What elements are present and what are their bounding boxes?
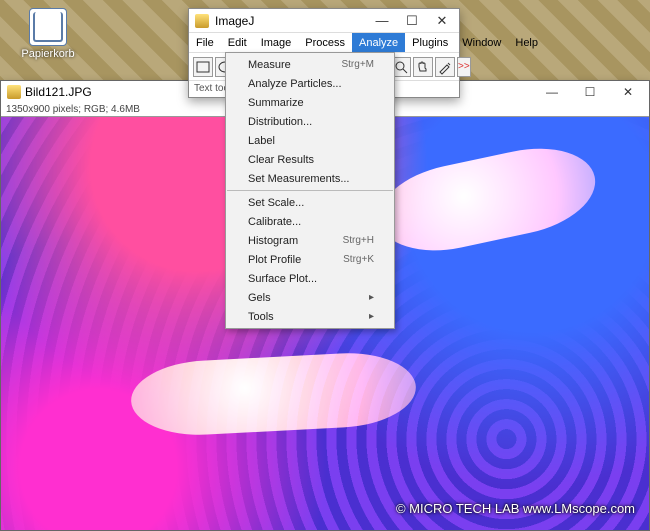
menu-item-label: Distribution... — [248, 116, 312, 128]
menu-item-clear-results[interactable]: Clear Results — [226, 150, 394, 169]
menu-item-analyze-particles[interactable]: Analyze Particles... — [226, 74, 394, 93]
menu-item-label: Clear Results — [248, 154, 314, 166]
menu-item-label: Tools — [248, 311, 274, 323]
menu-file[interactable]: File — [189, 33, 221, 52]
menu-item-shortcut: Strg+M — [341, 59, 374, 70]
menu-process[interactable]: Process — [298, 33, 352, 52]
recycle-bin-label: Papierkorb — [18, 48, 78, 60]
tool-picker[interactable] — [435, 57, 455, 77]
image-window-title: Bild121.JPG — [25, 81, 92, 103]
menu-item-set-scale[interactable]: Set Scale... — [226, 193, 394, 212]
menu-image[interactable]: Image — [254, 33, 299, 52]
tool-more[interactable]: >> — [457, 57, 471, 77]
menu-item-shortcut: Strg+K — [343, 254, 374, 265]
imagej-close[interactable]: ✕ — [427, 9, 457, 33]
menu-plugins[interactable]: Plugins — [405, 33, 455, 52]
tool-rect[interactable] — [193, 57, 213, 77]
menu-item-label: Measure — [248, 59, 291, 71]
menu-item-label: Plot Profile — [248, 254, 301, 266]
image-window-maximize[interactable]: ☐ — [571, 81, 609, 103]
menu-item-calibrate[interactable]: Calibrate... — [226, 212, 394, 231]
imagej-title: ImageJ — [215, 14, 254, 28]
imagej-minimize[interactable]: — — [367, 9, 397, 33]
menu-item-histogram[interactable]: Histogram Strg+H — [226, 231, 394, 250]
menu-item-set-measurements[interactable]: Set Measurements... — [226, 169, 394, 188]
menu-item-shortcut: Strg+H — [343, 235, 374, 246]
imagej-menubar: FileEditImageProcessAnalyzePluginsWindow… — [189, 33, 459, 53]
menu-item-plot-profile[interactable]: Plot Profile Strg+K — [226, 250, 394, 269]
menu-separator — [227, 190, 393, 191]
picker-icon — [436, 58, 454, 76]
menu-help[interactable]: Help — [508, 33, 545, 52]
menu-item-label: Gels — [248, 292, 271, 304]
menu-edit[interactable]: Edit — [221, 33, 254, 52]
menu-item-distribution[interactable]: Distribution... — [226, 112, 394, 131]
rect-icon — [194, 58, 212, 76]
menu-item-label: Label — [248, 135, 275, 147]
image-window-minimize[interactable]: — — [533, 81, 571, 103]
menu-item-summarize[interactable]: Summarize — [226, 93, 394, 112]
imagej-icon — [195, 14, 209, 28]
recycle-bin-icon — [29, 8, 67, 46]
menu-item-surface-plot[interactable]: Surface Plot... — [226, 269, 394, 288]
menu-item-tools[interactable]: Tools — [226, 307, 394, 326]
image-window-close[interactable]: ✕ — [609, 81, 647, 103]
menu-window[interactable]: Window — [455, 33, 508, 52]
watermark: © MICRO TECH LAB www.LMscope.com — [396, 501, 635, 516]
menu-item-label: Set Measurements... — [248, 173, 350, 185]
hand-icon — [414, 58, 432, 76]
imagej-titlebar[interactable]: ImageJ — ☐ ✕ — [189, 9, 459, 33]
menu-item-measure[interactable]: Measure Strg+M — [226, 55, 394, 74]
imagej-icon — [7, 85, 21, 99]
recycle-bin[interactable]: Papierkorb — [18, 8, 78, 60]
menu-item-label: Analyze Particles... — [248, 78, 342, 90]
menu-item-gels[interactable]: Gels — [226, 288, 394, 307]
analyze-menu-dropdown: Measure Strg+M Analyze Particles... Summari… — [225, 52, 395, 329]
tool-hand[interactable] — [413, 57, 433, 77]
menu-item-label: Surface Plot... — [248, 273, 317, 285]
menu-item-label[interactable]: Label — [226, 131, 394, 150]
imagej-maximize[interactable]: ☐ — [397, 9, 427, 33]
menu-item-label: Set Scale... — [248, 197, 304, 209]
menu-item-label: Summarize — [248, 97, 304, 109]
menu-item-label: Calibrate... — [248, 216, 301, 228]
menu-analyze[interactable]: Analyze — [352, 33, 405, 52]
menu-item-label: Histogram — [248, 235, 298, 247]
